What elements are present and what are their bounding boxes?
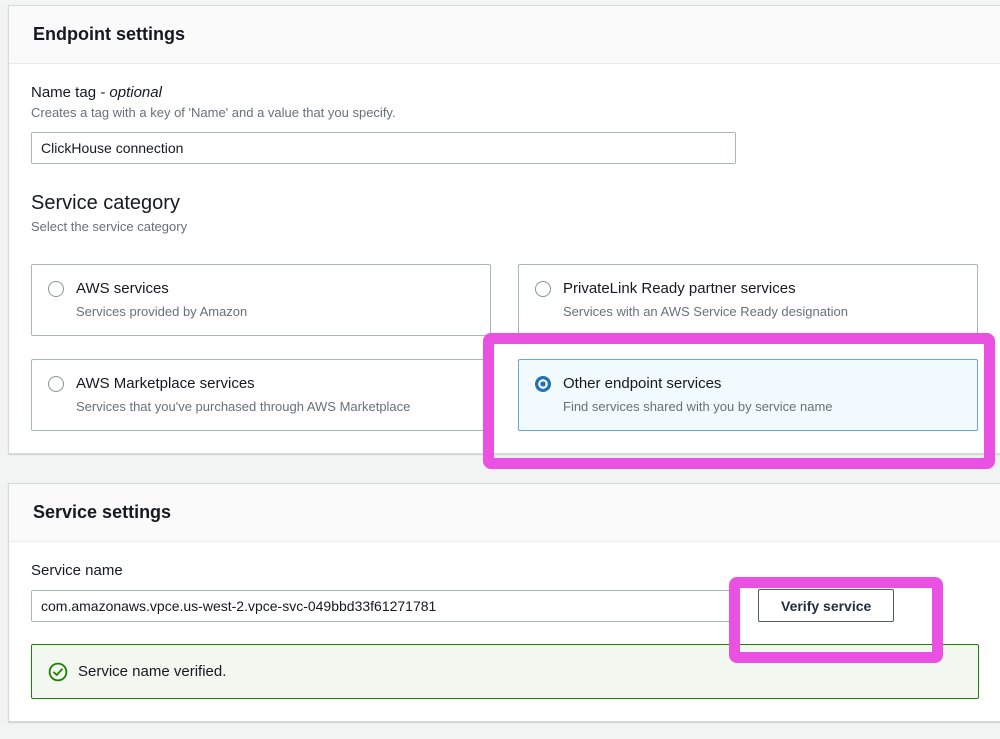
tile-other-endpoint-services-label: Other endpoint services xyxy=(563,373,833,394)
name-tag-optional-text: - optional xyxy=(100,84,162,101)
tile-aws-marketplace-services-description: Services that you've purchased through A… xyxy=(76,397,410,416)
tile-privatelink-partner-services[interactable]: PrivateLink Ready partner services Servi… xyxy=(518,264,978,336)
service-name-row: Verify service xyxy=(31,589,976,622)
verify-service-button[interactable]: Verify service xyxy=(758,589,894,622)
service-verified-alert: Service name verified. xyxy=(31,644,979,699)
tile-aws-marketplace-services-label: AWS Marketplace services xyxy=(76,373,410,394)
service-settings-title: Service settings xyxy=(33,502,976,523)
tile-other-endpoint-services[interactable]: Other endpoint services Find services sh… xyxy=(518,359,978,431)
tile-privatelink-partner-services-description: Services with an AWS Service Ready desig… xyxy=(563,302,848,321)
tile-aws-services-description: Services provided by Amazon xyxy=(76,302,247,321)
name-tag-input[interactable] xyxy=(31,132,736,164)
radio-aws-services[interactable] xyxy=(48,281,64,297)
service-settings-card: Service settings Service name Verify ser… xyxy=(8,483,1000,722)
service-category-tiles: AWS services Services provided by Amazon… xyxy=(31,264,978,431)
endpoint-settings-body: Name tag - optional Creates a tag with a… xyxy=(9,64,1000,453)
service-settings-body: Service name Verify service Service name… xyxy=(9,542,1000,721)
endpoint-settings-title: Endpoint settings xyxy=(33,24,976,45)
service-name-input[interactable] xyxy=(31,590,738,622)
endpoint-settings-header: Endpoint settings xyxy=(9,6,1000,64)
service-category-description: Select the service category xyxy=(31,219,976,234)
radio-privatelink-partner-services[interactable] xyxy=(535,281,551,297)
success-check-icon xyxy=(48,662,68,682)
service-name-label: Service name xyxy=(31,562,976,579)
endpoint-settings-card: Endpoint settings Name tag - optional Cr… xyxy=(8,5,1000,454)
tile-other-endpoint-services-description: Find services shared with you by service… xyxy=(563,397,833,416)
name-tag-description: Creates a tag with a key of 'Name' and a… xyxy=(31,105,976,120)
tile-aws-services-label: AWS services xyxy=(76,278,247,299)
service-verified-message: Service name verified. xyxy=(78,663,226,680)
tile-privatelink-partner-services-label: PrivateLink Ready partner services xyxy=(563,278,848,299)
service-category-heading: Service category xyxy=(31,192,976,215)
radio-aws-marketplace-services[interactable] xyxy=(48,376,64,392)
service-settings-header: Service settings xyxy=(9,484,1000,542)
name-tag-label: Name tag - optional xyxy=(31,84,976,101)
tile-aws-marketplace-services[interactable]: AWS Marketplace services Services that y… xyxy=(31,359,491,431)
radio-other-endpoint-services[interactable] xyxy=(535,376,551,392)
name-tag-label-text: Name tag xyxy=(31,84,96,101)
tile-aws-services[interactable]: AWS services Services provided by Amazon xyxy=(31,264,491,336)
